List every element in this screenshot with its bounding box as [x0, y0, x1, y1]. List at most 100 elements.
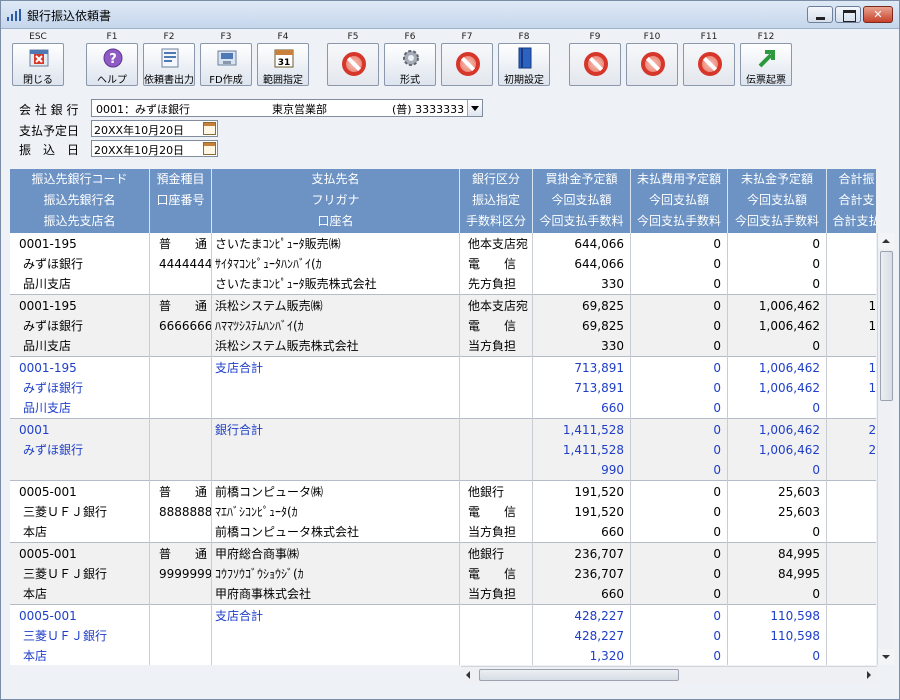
cell-text: ｻｲﾀﾏｺﾝﾋﾟｭｰﾀﾊﾝﾊﾞｲ(ｶ — [215, 257, 322, 271]
print-doc-icon — [161, 48, 179, 68]
hscroll-thumb[interactable] — [479, 669, 679, 681]
fkey-f4-range[interactable]: F4 31 範囲指定 — [257, 31, 309, 87]
fkey-label: F3 — [220, 32, 232, 42]
fkey-f1-help[interactable]: F1 ? ヘルプ — [86, 31, 138, 87]
pay-date-value: 20XX年10月20日 — [94, 124, 185, 137]
bank-branch-text: 東京営業部 — [272, 103, 327, 116]
cell-text — [460, 646, 532, 665]
fkey-f11[interactable]: F11 — [683, 31, 735, 87]
cell-text: 三菱ＵＦＪ銀行 — [23, 629, 108, 643]
table-row[interactable]: 0005-001 三菱ＵＦＪ銀行 本店 普 通 8888888 前橋コンピュータ㈱ ﾏｴﾊﾞ… — [10, 481, 876, 543]
calendar-icon[interactable] — [203, 142, 216, 155]
cell-text: みずほ銀行 — [23, 257, 84, 271]
cell-text: 普 通 — [159, 237, 208, 251]
cell-text: 660 — [601, 587, 624, 601]
maximize-button[interactable] — [835, 6, 861, 23]
cell-text: 電 信 — [468, 319, 517, 333]
transfer-grid: 振込先銀行コード 振込先銀行名 振込先支店名 預金種目 口座番号 支払先名 フリガナ 口座名銀… — [10, 169, 876, 665]
accrued-expense-cell: 0 0 0 — [631, 543, 728, 605]
calendar-icon: 31 — [274, 49, 294, 68]
cell-text: 本店 — [23, 525, 48, 539]
scroll-left-icon[interactable] — [461, 667, 477, 683]
company-bank-select[interactable]: 0001：みずほ銀行 東京営業部 (普) 3333333 — [91, 99, 483, 117]
fkey-esc-close[interactable]: ESC 閉じる — [12, 31, 64, 87]
total-cell: 2,2, — [827, 419, 876, 481]
header-label: 合計支払 — [832, 214, 876, 228]
subtotal-row[interactable]: 0005-001 三菱ＵＦＪ銀行 本店 支店合計 428,227 428,227 1,320… — [10, 605, 876, 665]
cell-text: 0005-001 — [19, 485, 77, 499]
format-button[interactable]: 形式 — [384, 43, 436, 86]
fkey-f6-format[interactable]: F6 形式 — [384, 31, 436, 87]
chevron-down-icon[interactable] — [467, 100, 482, 116]
table-row[interactable]: 0001-195 みずほ銀行 品川支店普 通 4444444 さいたまｺﾝﾋﾟｭｰﾀ販売… — [10, 233, 876, 295]
grid-header: 振込先銀行コード 振込先銀行名 振込先支店名 預金種目 口座番号 支払先名 フリガナ 口座名銀… — [10, 169, 876, 233]
fkey-f8-setup[interactable]: F8 初期設定 — [498, 31, 550, 87]
close-window-button[interactable]: ✕ — [863, 6, 893, 23]
voucher-button[interactable]: 伝票起票 — [740, 43, 792, 86]
cell-text: ﾊﾏﾏﾂｼｽﾃﾑﾊﾝﾊﾞｲ(ｶ — [215, 319, 304, 333]
initial-settings-button[interactable]: 初期設定 — [498, 43, 550, 86]
cell-text: 191,520 — [574, 485, 624, 499]
cell-text — [827, 564, 876, 584]
scroll-down-icon[interactable] — [878, 649, 895, 665]
output-request-button[interactable]: 依頼書出力 — [143, 43, 195, 86]
fkey-f5[interactable]: F5 — [327, 31, 379, 87]
help-icon: ? — [103, 48, 123, 68]
cell-text: 0 — [713, 463, 721, 477]
scroll-up-icon[interactable] — [878, 233, 895, 249]
f7-button[interactable] — [441, 43, 493, 86]
cell-text — [212, 440, 459, 460]
cell-text: 713,891 — [574, 361, 624, 375]
fkey-f7[interactable]: F7 — [441, 31, 493, 87]
total-cell: 1,1, — [827, 357, 876, 419]
f5-button[interactable] — [327, 43, 379, 86]
header-label: 合計支 — [838, 193, 875, 207]
fkey-f9[interactable]: F9 — [569, 31, 621, 87]
payable-column-header: 買掛金予定額 今回支払額 今回支払手数料 — [533, 169, 631, 233]
calendar-icon[interactable] — [203, 122, 216, 135]
f10-button[interactable] — [626, 43, 678, 86]
minimize-button[interactable] — [807, 6, 833, 23]
cell-text — [460, 440, 532, 460]
f9-button[interactable] — [569, 43, 621, 86]
cell-text: 110,598 — [770, 629, 820, 643]
cell-text: 0 — [812, 257, 820, 271]
cell-text — [827, 502, 876, 522]
cell-text — [827, 646, 876, 665]
pay-date-label: 支払予定日 — [19, 124, 80, 138]
pay-date-field[interactable]: 20XX年10月20日 — [91, 120, 218, 137]
help-button[interactable]: ? ヘルプ — [86, 43, 138, 86]
scroll-thumb[interactable] — [880, 251, 893, 401]
vertical-scrollbar[interactable] — [877, 233, 895, 665]
cell-text: 当方負担 — [468, 339, 517, 353]
cell-text: 2, — [868, 423, 876, 437]
cell-text: 銀行合計 — [215, 423, 264, 437]
range-button[interactable]: 31 範囲指定 — [257, 43, 309, 86]
cell-text: 電 信 — [468, 257, 517, 271]
accrued-cell: 110,598 110,598 0 — [728, 605, 827, 665]
fkey-f12-voucher[interactable]: F12 伝票起票 — [740, 31, 792, 87]
scroll-right-icon[interactable] — [861, 667, 877, 683]
f11-button[interactable] — [683, 43, 735, 86]
transfer-date-field[interactable]: 20XX年10月20日 — [91, 140, 218, 157]
total-cell — [827, 543, 876, 605]
accrued-cell: 0 0 0 — [728, 233, 827, 295]
horizontal-scrollbar[interactable] — [461, 666, 877, 683]
subtotal-row[interactable]: 0001 みずほ銀行 銀行合計 1,411,528 1,411,528 990 0 0 0 1,0… — [10, 419, 876, 481]
fd-create-button[interactable]: FD作成 — [200, 43, 252, 86]
transfer-date-value: 20XX年10月20日 — [94, 144, 185, 157]
account-type-cell: 普 通 4444444 — [150, 233, 212, 295]
table-row[interactable]: 0001-195 みずほ銀行 品川支店 普 通 6666666 浜松システム販売㈱ ﾊﾏﾏﾂ… — [10, 295, 876, 357]
fkey-f3-fd[interactable]: F3 FD作成 — [200, 31, 252, 87]
fkey-f2-output[interactable]: F2 依頼書出力 — [143, 31, 195, 87]
payee-cell: 浜松システム販売㈱ ﾊﾏﾏﾂｼｽﾃﾑﾊﾝﾊﾞｲ(ｶ 浜松システム販売株式会社 — [212, 295, 460, 357]
bank-code-text: 0001：みずほ銀行 — [96, 103, 190, 116]
cell-text — [827, 234, 876, 254]
fkey-f10[interactable]: F10 — [626, 31, 678, 87]
accrued-cell: 1,006,462 1,006,462 0 — [728, 419, 827, 481]
cell-text: 1,006,462 — [758, 361, 820, 375]
subtotal-row[interactable]: 0001-195 みずほ銀行 品川支店 支店合計 713,891 713,891 660 0 0… — [10, 357, 876, 419]
table-row[interactable]: 0005-001 三菱ＵＦＪ銀行 本店 普 通 9999999 甲府総合商事㈱ ｺｳﾌｿｳｺ… — [10, 543, 876, 605]
bank-account-text: (普) 3333333 — [392, 103, 465, 116]
close-button[interactable]: 閉じる — [12, 43, 64, 86]
